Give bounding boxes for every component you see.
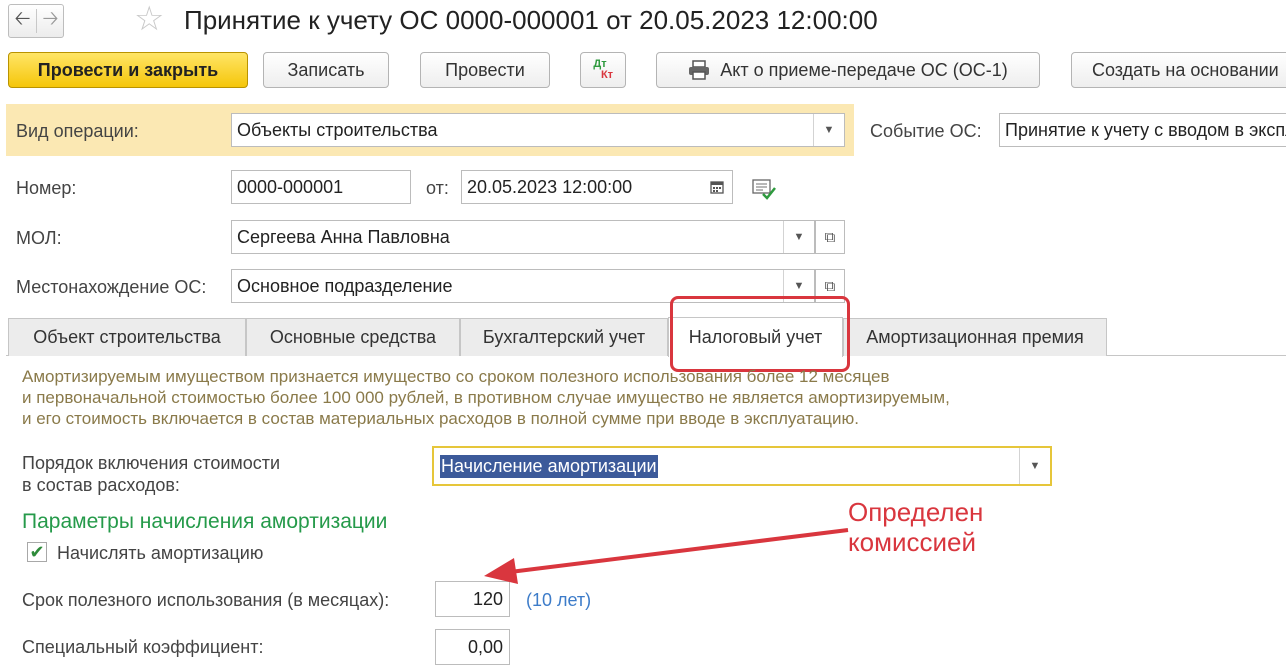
annotation-line: Определен — [848, 497, 984, 527]
mol-select[interactable]: Сергеева Анна Павловна ▼ — [231, 220, 815, 254]
nav-buttons: 🡠 🡢 — [8, 4, 64, 38]
annotation-line: комиссией — [848, 527, 977, 557]
save-button[interactable]: Записать — [263, 52, 389, 88]
post-and-close-button[interactable]: Провести и закрыть — [8, 52, 248, 88]
accrue-checkbox[interactable]: ✔ — [27, 542, 47, 562]
dtkt-button[interactable]: Дт Кт — [580, 52, 626, 88]
window-title: Принятие к учету ОС 0000-000001 от 20.05… — [184, 5, 878, 35]
number-input[interactable]: 0000-000001 — [231, 170, 411, 204]
accrue-label: Начислять амортизацию — [57, 543, 264, 563]
section-title: Параметры начисления амортизации — [22, 510, 388, 533]
create-based-button[interactable]: Создать на основании — [1071, 52, 1286, 88]
order-select[interactable]: Начисление амортизации ▼ — [432, 446, 1052, 486]
order-value: Начисление амортизации — [440, 454, 658, 478]
tab-accounting[interactable]: Бухгалтерский учет — [460, 318, 668, 356]
tab-construction-object[interactable]: Объект строительства — [8, 318, 246, 356]
info-text: Амортизируемым имуществом признается иму… — [22, 366, 1122, 429]
chevron-down-icon[interactable]: ▼ — [783, 221, 814, 253]
date-label: от: — [426, 178, 449, 198]
star-icon[interactable]: ☆ — [134, 2, 164, 36]
arrow-right-icon[interactable]: 🡢 — [37, 5, 64, 37]
post-button[interactable]: Провести — [420, 52, 550, 88]
chevron-down-icon[interactable]: ▼ — [813, 114, 844, 146]
useful-life-label: Срок полезного использования (в месяцах)… — [22, 590, 390, 610]
calendar-icon[interactable] — [702, 171, 732, 203]
print-act-label: Акт о приеме-передаче ОС (ОС-1) — [720, 59, 1008, 80]
event-select[interactable]: Принятие к учету с вводом в эксплуатацию — [999, 113, 1286, 147]
order-label-line: в состав расходов: — [22, 475, 180, 495]
document-check-icon[interactable] — [751, 177, 777, 201]
annotation-text: Определен комиссией — [848, 497, 983, 557]
open-mol-icon[interactable]: ⧉ — [815, 220, 845, 254]
coef-label: Специальный коэффициент: — [22, 637, 264, 657]
location-value: Основное подразделение — [237, 275, 453, 296]
info-line: Амортизируемым имуществом признается иму… — [22, 367, 890, 386]
order-label: Порядок включения стоимости в состав рас… — [22, 452, 280, 496]
printer-icon — [689, 60, 710, 80]
print-act-button[interactable]: Акт о приеме-передаче ОС (ОС-1) — [656, 52, 1040, 88]
coef-input[interactable]: 0,00 — [435, 629, 510, 665]
chevron-down-icon[interactable]: ▼ — [1019, 448, 1050, 484]
info-line: и его стоимость включается в состав мате… — [22, 409, 860, 428]
number-label: Номер: — [16, 178, 77, 198]
tab-depreciation-bonus[interactable]: Амортизационная премия — [843, 318, 1107, 356]
mol-label: МОЛ: — [16, 228, 62, 248]
operation-select[interactable]: Объекты строительства ▼ — [231, 113, 845, 147]
info-line: и первоначальной стоимостью более 100 00… — [22, 388, 950, 407]
kt-label: Кт — [600, 69, 614, 81]
highlight-frame — [670, 296, 850, 372]
event-label: Событие ОС: — [870, 121, 982, 141]
useful-life-hint: (10 лет) — [526, 590, 592, 610]
operation-value: Объекты строительства — [237, 119, 438, 140]
tab-fixed-assets[interactable]: Основные средства — [246, 318, 460, 356]
date-input[interactable]: 20.05.2023 12:00:00 — [461, 170, 733, 204]
event-value: Принятие к учету с вводом в эксплуатацию — [1005, 119, 1286, 140]
annotation-arrow — [484, 528, 849, 584]
location-label: Местонахождение ОС: — [16, 277, 207, 297]
order-label-line: Порядок включения стоимости — [22, 453, 281, 473]
arrow-left-icon[interactable]: 🡠 — [9, 5, 36, 37]
mol-value: Сергеева Анна Павловна — [237, 226, 450, 247]
operation-label: Вид операции: — [16, 121, 139, 141]
date-value: 20.05.2023 12:00:00 — [467, 176, 633, 197]
